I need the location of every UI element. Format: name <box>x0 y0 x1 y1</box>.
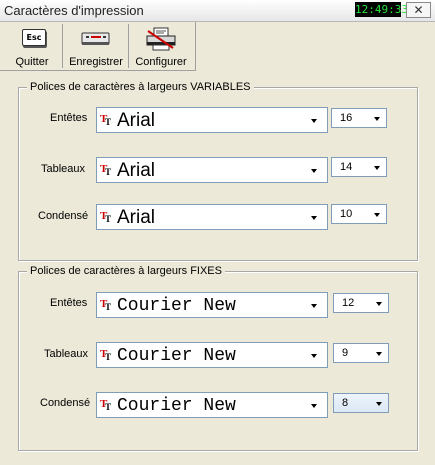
row-label: Entêtes <box>50 297 88 309</box>
size-select[interactable]: 10 <box>331 204 387 224</box>
save-device-icon <box>81 32 110 45</box>
font-select[interactable]: TT Courier New <box>96 392 328 418</box>
font-name: Arial <box>117 110 156 131</box>
font-name: Arial <box>117 207 156 228</box>
variable-group-legend: Polices de caractères à largeurs VARIABL… <box>27 80 254 94</box>
printer-icon <box>146 27 176 51</box>
chevron-down-icon[interactable] <box>311 169 317 173</box>
size-value: 14 <box>340 161 353 173</box>
configure-label: Configurer <box>135 56 187 68</box>
font-name: Courier New <box>117 346 236 366</box>
svg-text:T: T <box>105 302 111 311</box>
svg-text:T: T <box>105 352 111 361</box>
row-label: Tableaux <box>41 163 86 175</box>
svg-text:T: T <box>105 117 111 126</box>
row-label: Condensé <box>38 210 89 222</box>
size-select[interactable]: 14 <box>331 157 387 177</box>
truetype-icon: TT <box>100 113 111 126</box>
font-name: Courier New <box>117 296 236 316</box>
chevron-down-icon[interactable] <box>311 216 317 220</box>
font-select[interactable]: TT Arial <box>96 157 328 183</box>
size-select[interactable]: 16 <box>331 108 387 128</box>
fixed-width-fonts-group: Polices de caractères à largeurs FIXES E… <box>18 264 418 451</box>
save-button[interactable]: Enregistrer <box>64 24 129 68</box>
font-select[interactable]: TT Arial <box>96 107 328 133</box>
truetype-icon: TT <box>100 298 111 311</box>
size-select[interactable]: 9 <box>333 343 389 363</box>
row-label: Entêtes <box>50 112 88 124</box>
size-value: 12 <box>342 297 355 309</box>
truetype-icon: TT <box>100 210 111 223</box>
chevron-down-icon[interactable] <box>311 119 317 123</box>
font-select[interactable]: TT Courier New <box>96 292 328 318</box>
window-title: Caractères d'impression <box>4 3 144 18</box>
size-select[interactable]: 8 <box>333 393 389 413</box>
chevron-down-icon[interactable] <box>374 166 380 170</box>
chevron-down-icon[interactable] <box>374 213 380 217</box>
configure-button[interactable]: Configurer <box>130 24 192 68</box>
esc-key-icon: Esc <box>22 29 46 46</box>
font-name: Arial <box>117 160 156 181</box>
size-value: 8 <box>342 397 349 409</box>
row-label: Tableaux <box>44 348 89 360</box>
quit-label: Quitter <box>15 56 49 68</box>
chevron-down-icon[interactable] <box>311 304 317 308</box>
row-label: Condensé <box>40 397 91 409</box>
font-select[interactable]: TT Arial <box>96 204 328 230</box>
variable-width-fonts-group: Polices de caractères à largeurs VARIABL… <box>18 80 418 261</box>
chevron-down-icon[interactable] <box>311 354 317 358</box>
chevron-down-icon[interactable] <box>374 117 380 121</box>
toolbar: Esc Quitter Enregistrer Configurer <box>0 22 196 71</box>
chevron-down-icon[interactable] <box>376 302 382 306</box>
svg-text:T: T <box>105 214 111 223</box>
font-name: Courier New <box>117 396 236 416</box>
truetype-icon: TT <box>100 163 111 176</box>
clock-display: 12:49:33 <box>355 2 408 17</box>
truetype-icon: TT <box>100 398 111 411</box>
close-button[interactable]: ✕ <box>406 2 431 18</box>
size-value: 10 <box>340 208 353 220</box>
svg-text:T: T <box>105 167 111 176</box>
font-select[interactable]: TT Courier New <box>96 342 328 368</box>
chevron-down-icon[interactable] <box>376 402 382 406</box>
size-value: 9 <box>342 347 349 359</box>
svg-text:T: T <box>105 402 111 411</box>
size-value: 16 <box>340 112 353 124</box>
chevron-down-icon[interactable] <box>376 352 382 356</box>
save-label: Enregistrer <box>69 56 123 68</box>
fixed-group-legend: Polices de caractères à largeurs FIXES <box>27 264 225 278</box>
truetype-icon: TT <box>100 348 111 361</box>
chevron-down-icon[interactable] <box>311 404 317 408</box>
title-bar: Caractères d'impression 12:49:33 ✕ <box>0 0 435 22</box>
size-select[interactable]: 12 <box>333 293 389 313</box>
quit-button[interactable]: Esc Quitter <box>2 24 63 68</box>
